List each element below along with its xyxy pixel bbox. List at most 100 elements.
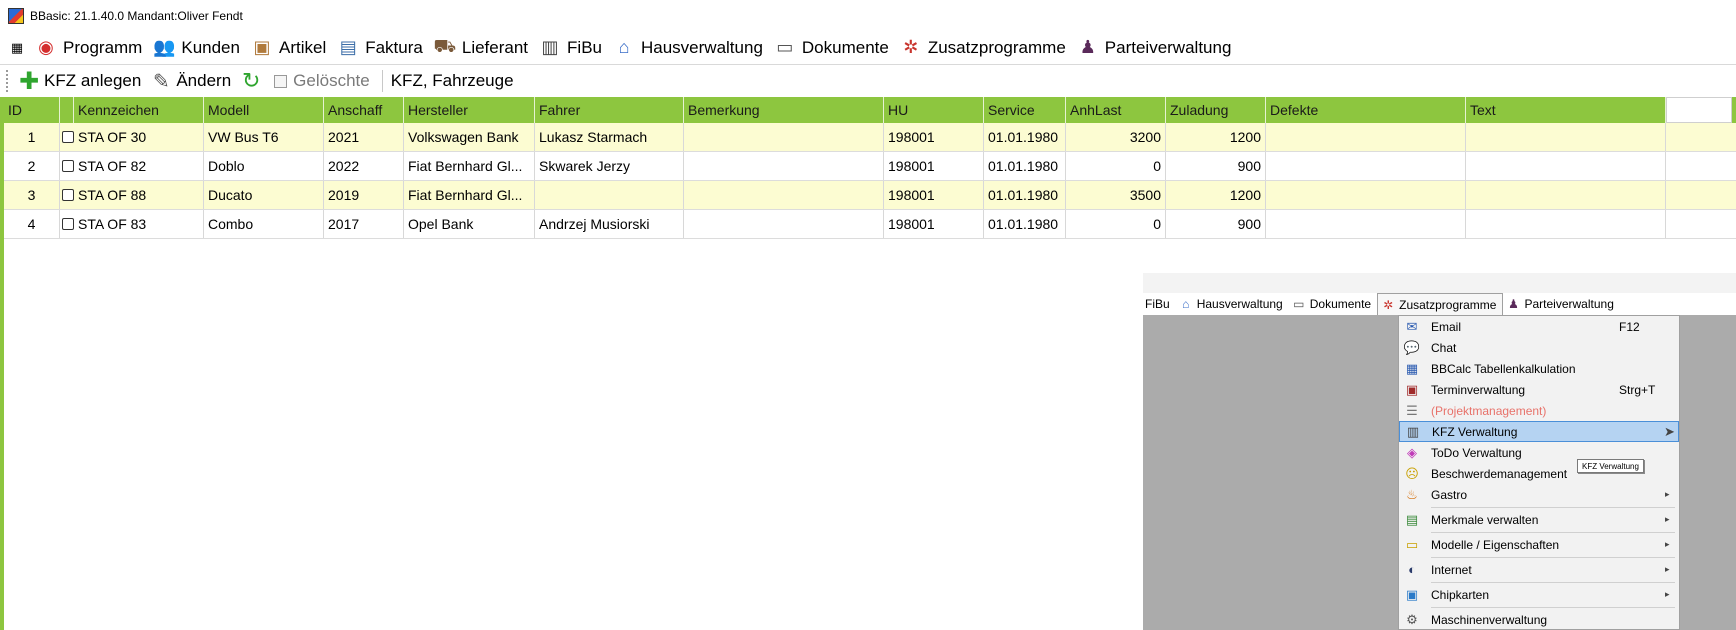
menu-fibu[interactable]: ▥ FiBu	[536, 33, 610, 63]
mouse-cursor-icon: ➤	[1664, 423, 1675, 439]
show-deleted-toggle[interactable]: Gelöschte	[272, 67, 376, 95]
cell-anhlast: 0	[1066, 210, 1166, 238]
cell-modell: Ducato	[204, 181, 324, 209]
dropdown-item-chipkarten[interactable]: ▣ Chipkarten ▸	[1399, 584, 1679, 605]
col-header-anschaff[interactable]: Anschaff	[324, 97, 404, 123]
panel-menu-parteiverwaltung[interactable]: ♟ Parteiverwaltung	[1503, 294, 1619, 314]
cell-kennzeichen: STA OF 83	[60, 210, 204, 238]
toolbar-separator	[381, 70, 383, 92]
dropdown-item-merkmale[interactable]: ▤ Merkmale verwalten ▸	[1399, 509, 1679, 530]
dropdown-item-kfz-verwaltung[interactable]: ▥ KFZ Verwaltung ➤	[1399, 421, 1679, 442]
dropdown-item-email[interactable]: ✉ Email F12	[1399, 316, 1679, 337]
cell-modell: Doblo	[204, 152, 324, 180]
cell-anhlast: 0	[1066, 152, 1166, 180]
col-header-hu[interactable]: HU	[884, 97, 984, 123]
cell-hersteller: Fiat Bernhard Gl...	[404, 181, 535, 209]
dropdown-item-maschinen[interactable]: ⚙ Maschinenverwaltung	[1399, 609, 1679, 630]
window-title: BBasic: 21.1.40.0 Mandant:Oliver Fendt	[30, 8, 243, 23]
show-deleted-checkbox[interactable]	[274, 74, 288, 88]
row-checkbox[interactable]	[62, 131, 74, 143]
menu-zusatzprogramme[interactable]: ✲ Zusatzprogramme	[897, 33, 1074, 63]
menu-hausverwaltung[interactable]: ⌂ Hausverwaltung	[610, 33, 771, 63]
col-header-kennzeichen[interactable]: Kennzeichen	[74, 97, 204, 123]
toolbar-grip[interactable]	[6, 70, 9, 92]
menu-lieferant[interactable]: ⛟ Lieferant	[431, 33, 536, 63]
documents-icon: ▭	[776, 37, 794, 57]
menu-kunden[interactable]: 👥 Kunden	[150, 33, 248, 63]
chipcard-icon: ▣	[1405, 586, 1419, 602]
panel-menu-hausverwaltung[interactable]: ⌂ Hausverwaltung	[1176, 294, 1289, 314]
col-header-hersteller[interactable]: Hersteller	[404, 97, 535, 123]
cell-filler	[1666, 123, 1732, 151]
cell-zuladung: 1200	[1166, 123, 1266, 151]
dropdown-separator	[1431, 607, 1675, 608]
tooltip: KFZ Verwaltung	[1577, 459, 1644, 473]
dropdown-item-modelle[interactable]: ▭ Modelle / Eigenschaften ▸	[1399, 534, 1679, 555]
vehicle-icon: ▥	[1406, 423, 1420, 439]
menu-artikel[interactable]: ▣ Artikel	[248, 33, 334, 63]
dropdown-separator	[1431, 582, 1675, 583]
dropdown-item-gastro[interactable]: ♨ Gastro ▸	[1399, 484, 1679, 505]
panel-menu-fibu[interactable]: FiBu	[1143, 294, 1176, 314]
internet-icon: ◐	[1408, 562, 1416, 577]
col-header-select[interactable]	[60, 97, 74, 123]
cell-anhlast: 3200	[1066, 123, 1166, 151]
row-checkbox[interactable]	[62, 189, 74, 201]
table-row[interactable]: 4 STA OF 83 Combo 2017 Opel Bank Andrzej…	[4, 210, 1736, 239]
cell-hu: 198001	[884, 152, 984, 180]
panel-menu-dokumente[interactable]: ▭ Dokumente	[1289, 294, 1377, 314]
todo-icon: ◈	[1407, 444, 1417, 460]
invoice-icon: ▤	[339, 37, 357, 57]
cell-bemerkung	[684, 181, 884, 209]
cell-kennzeichen: STA OF 82	[60, 152, 204, 180]
edit-button[interactable]: ✎ Ändern	[147, 67, 237, 95]
menu-parteiverwaltung[interactable]: ♟ Parteiverwaltung	[1074, 33, 1240, 63]
table-row[interactable]: 1 STA OF 30 VW Bus T6 2021 Volkswagen Ba…	[4, 123, 1736, 152]
dropdown-item-bbcalc[interactable]: ▦ BBCalc Tabellenkalkulation	[1399, 358, 1679, 379]
refresh-button[interactable]: ↻	[237, 67, 272, 95]
cell-filler	[1666, 152, 1732, 180]
dropdown-separator	[1431, 532, 1675, 533]
dropdown-item-projektmanagement[interactable]: ☰ (Projektmanagement)	[1399, 400, 1679, 421]
table-row[interactable]: 2 STA OF 82 Doblo 2022 Fiat Bernhard Gl.…	[4, 152, 1736, 181]
menu-programm[interactable]: ◉ Programm	[32, 33, 150, 63]
panel-menu-zusatzprogramme[interactable]: ✲ Zusatzprogramme	[1377, 293, 1504, 315]
col-header-fahrer[interactable]: Fahrer	[535, 97, 684, 123]
machine-icon: ⚙	[1406, 611, 1418, 627]
view-title: KFZ, Fahrzeuge	[390, 71, 514, 90]
cell-text	[1466, 152, 1666, 180]
cell-defekte	[1266, 181, 1466, 209]
row-checkbox[interactable]	[62, 160, 74, 172]
col-header-text[interactable]: Text	[1466, 97, 1666, 123]
cell-fahrer: Lukasz Starmach	[535, 123, 684, 151]
cell-anschaff: 2022	[324, 152, 404, 180]
col-header-service[interactable]: Service	[984, 97, 1066, 123]
accounting-icon: ▥	[541, 37, 559, 57]
col-header-anhlast[interactable]: AnhLast	[1066, 97, 1166, 123]
system-menu-icon[interactable]: ▦	[8, 39, 26, 57]
dropdown-item-terminverwaltung[interactable]: ▣ Terminverwaltung Strg+T	[1399, 379, 1679, 400]
add-vehicle-button[interactable]: ✚ KFZ anlegen	[15, 67, 147, 95]
row-checkbox[interactable]	[62, 218, 74, 230]
col-header-id[interactable]: ID	[4, 97, 60, 123]
dropdown-item-internet[interactable]: ◐ Internet ▸	[1399, 559, 1679, 580]
complaint-icon: ☹	[1405, 465, 1419, 481]
table-row[interactable]: 3 STA OF 88 Ducato 2019 Fiat Bernhard Gl…	[4, 181, 1736, 210]
cell-anschaff: 2019	[324, 181, 404, 209]
col-header-modell[interactable]: Modell	[204, 97, 324, 123]
col-header-zuladung[interactable]: Zuladung	[1166, 97, 1266, 123]
col-header-defekte[interactable]: Defekte	[1266, 97, 1466, 123]
dropdown-separator	[1431, 507, 1675, 508]
menu-dokumente[interactable]: ▭ Dokumente	[771, 33, 897, 63]
calendar-icon: ▣	[1405, 381, 1419, 397]
submenu-arrow-icon: ▸	[1665, 489, 1670, 499]
cell-fahrer	[535, 181, 684, 209]
panel-top-strip	[1143, 273, 1736, 293]
dropdown-item-chat[interactable]: 💬 Chat	[1399, 337, 1679, 358]
menu-faktura[interactable]: ▤ Faktura	[334, 33, 431, 63]
cell-filler	[1666, 181, 1732, 209]
col-header-bemerkung[interactable]: Bemerkung	[684, 97, 884, 123]
cell-filler	[1666, 210, 1732, 238]
cell-bemerkung	[684, 210, 884, 238]
articles-icon: ▣	[253, 37, 271, 57]
